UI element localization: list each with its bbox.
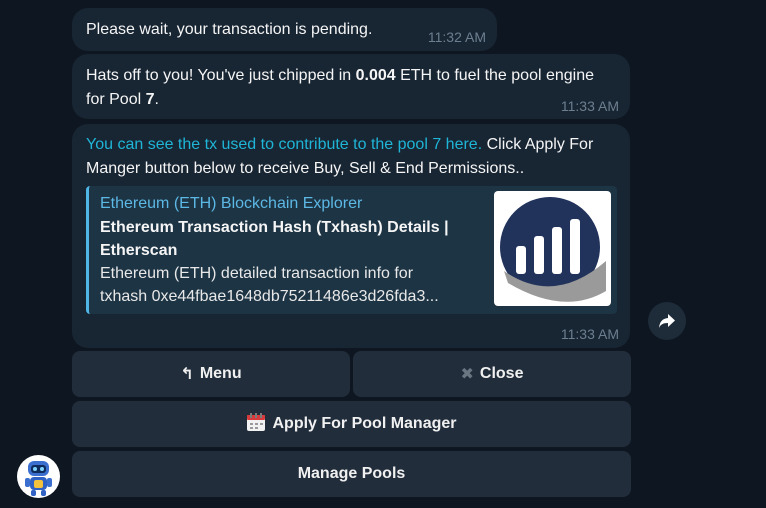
share-arrow-icon [659, 314, 675, 328]
close-button-label: Close [479, 365, 524, 382]
preview-desc-line2: txhash 0xe44fbae1648db75211486e3d26fda3.… [100, 288, 439, 305]
link-preview[interactable]: Ethereum (ETH) Blockchain Explorer Ether… [86, 186, 617, 314]
preview-title: Ethereum Transaction Hash (Txhash) Detai… [100, 219, 449, 259]
amount-value: 0.004 [355, 67, 396, 84]
preview-description: Ethereum (ETH) detailed transaction info… [100, 262, 485, 308]
message-bubble-contribution: Hats off to you! You've just chipped in … [72, 54, 630, 119]
close-icon: ✖ [460, 366, 474, 383]
message-text: You can see the tx used to contribute to… [86, 133, 616, 181]
close-button[interactable]: ✖ Close [353, 351, 631, 397]
preview-site-name: Ethereum (ETH) Blockchain Explorer [100, 195, 363, 212]
return-arrow-icon: ↰ [180, 366, 194, 383]
message-time: 11:33 AM [560, 326, 619, 342]
message-bubble-pending: Please wait, your transaction is pending… [72, 8, 497, 51]
message-time: 11:32 AM [427, 29, 486, 45]
message-text: Please wait, your transaction is pending… [86, 21, 373, 38]
manage-button-label: Manage Pools [297, 465, 406, 482]
message-text: Hats off to you! You've just chipped in … [86, 64, 616, 112]
menu-button[interactable]: ↰ Menu [72, 351, 350, 397]
calendar-icon [246, 412, 266, 437]
bot-avatar[interactable] [17, 455, 60, 498]
menu-button-label: Menu [199, 365, 242, 382]
robot-icon [25, 461, 52, 496]
preview-desc-line1: Ethereum (ETH) detailed transaction info… [100, 265, 414, 282]
tx-link[interactable]: You can see the tx used to contribute to… [86, 136, 482, 153]
etherscan-logo-icon [494, 191, 611, 306]
manage-pools-button[interactable]: Manage Pools [72, 451, 631, 497]
apply-button-label: Apply For Pool Manager [272, 415, 457, 432]
message-time: 11:33 AM [560, 98, 619, 114]
apply-pool-manager-button[interactable]: Apply For Pool Manager [72, 401, 631, 447]
text-segment: Hats off to you! You've just chipped in [86, 67, 356, 84]
share-button[interactable] [648, 302, 686, 340]
pool-number: 7 [145, 91, 155, 108]
message-bubble-tx: You can see the tx used to contribute to… [72, 124, 630, 348]
text-segment: . [154, 91, 159, 108]
